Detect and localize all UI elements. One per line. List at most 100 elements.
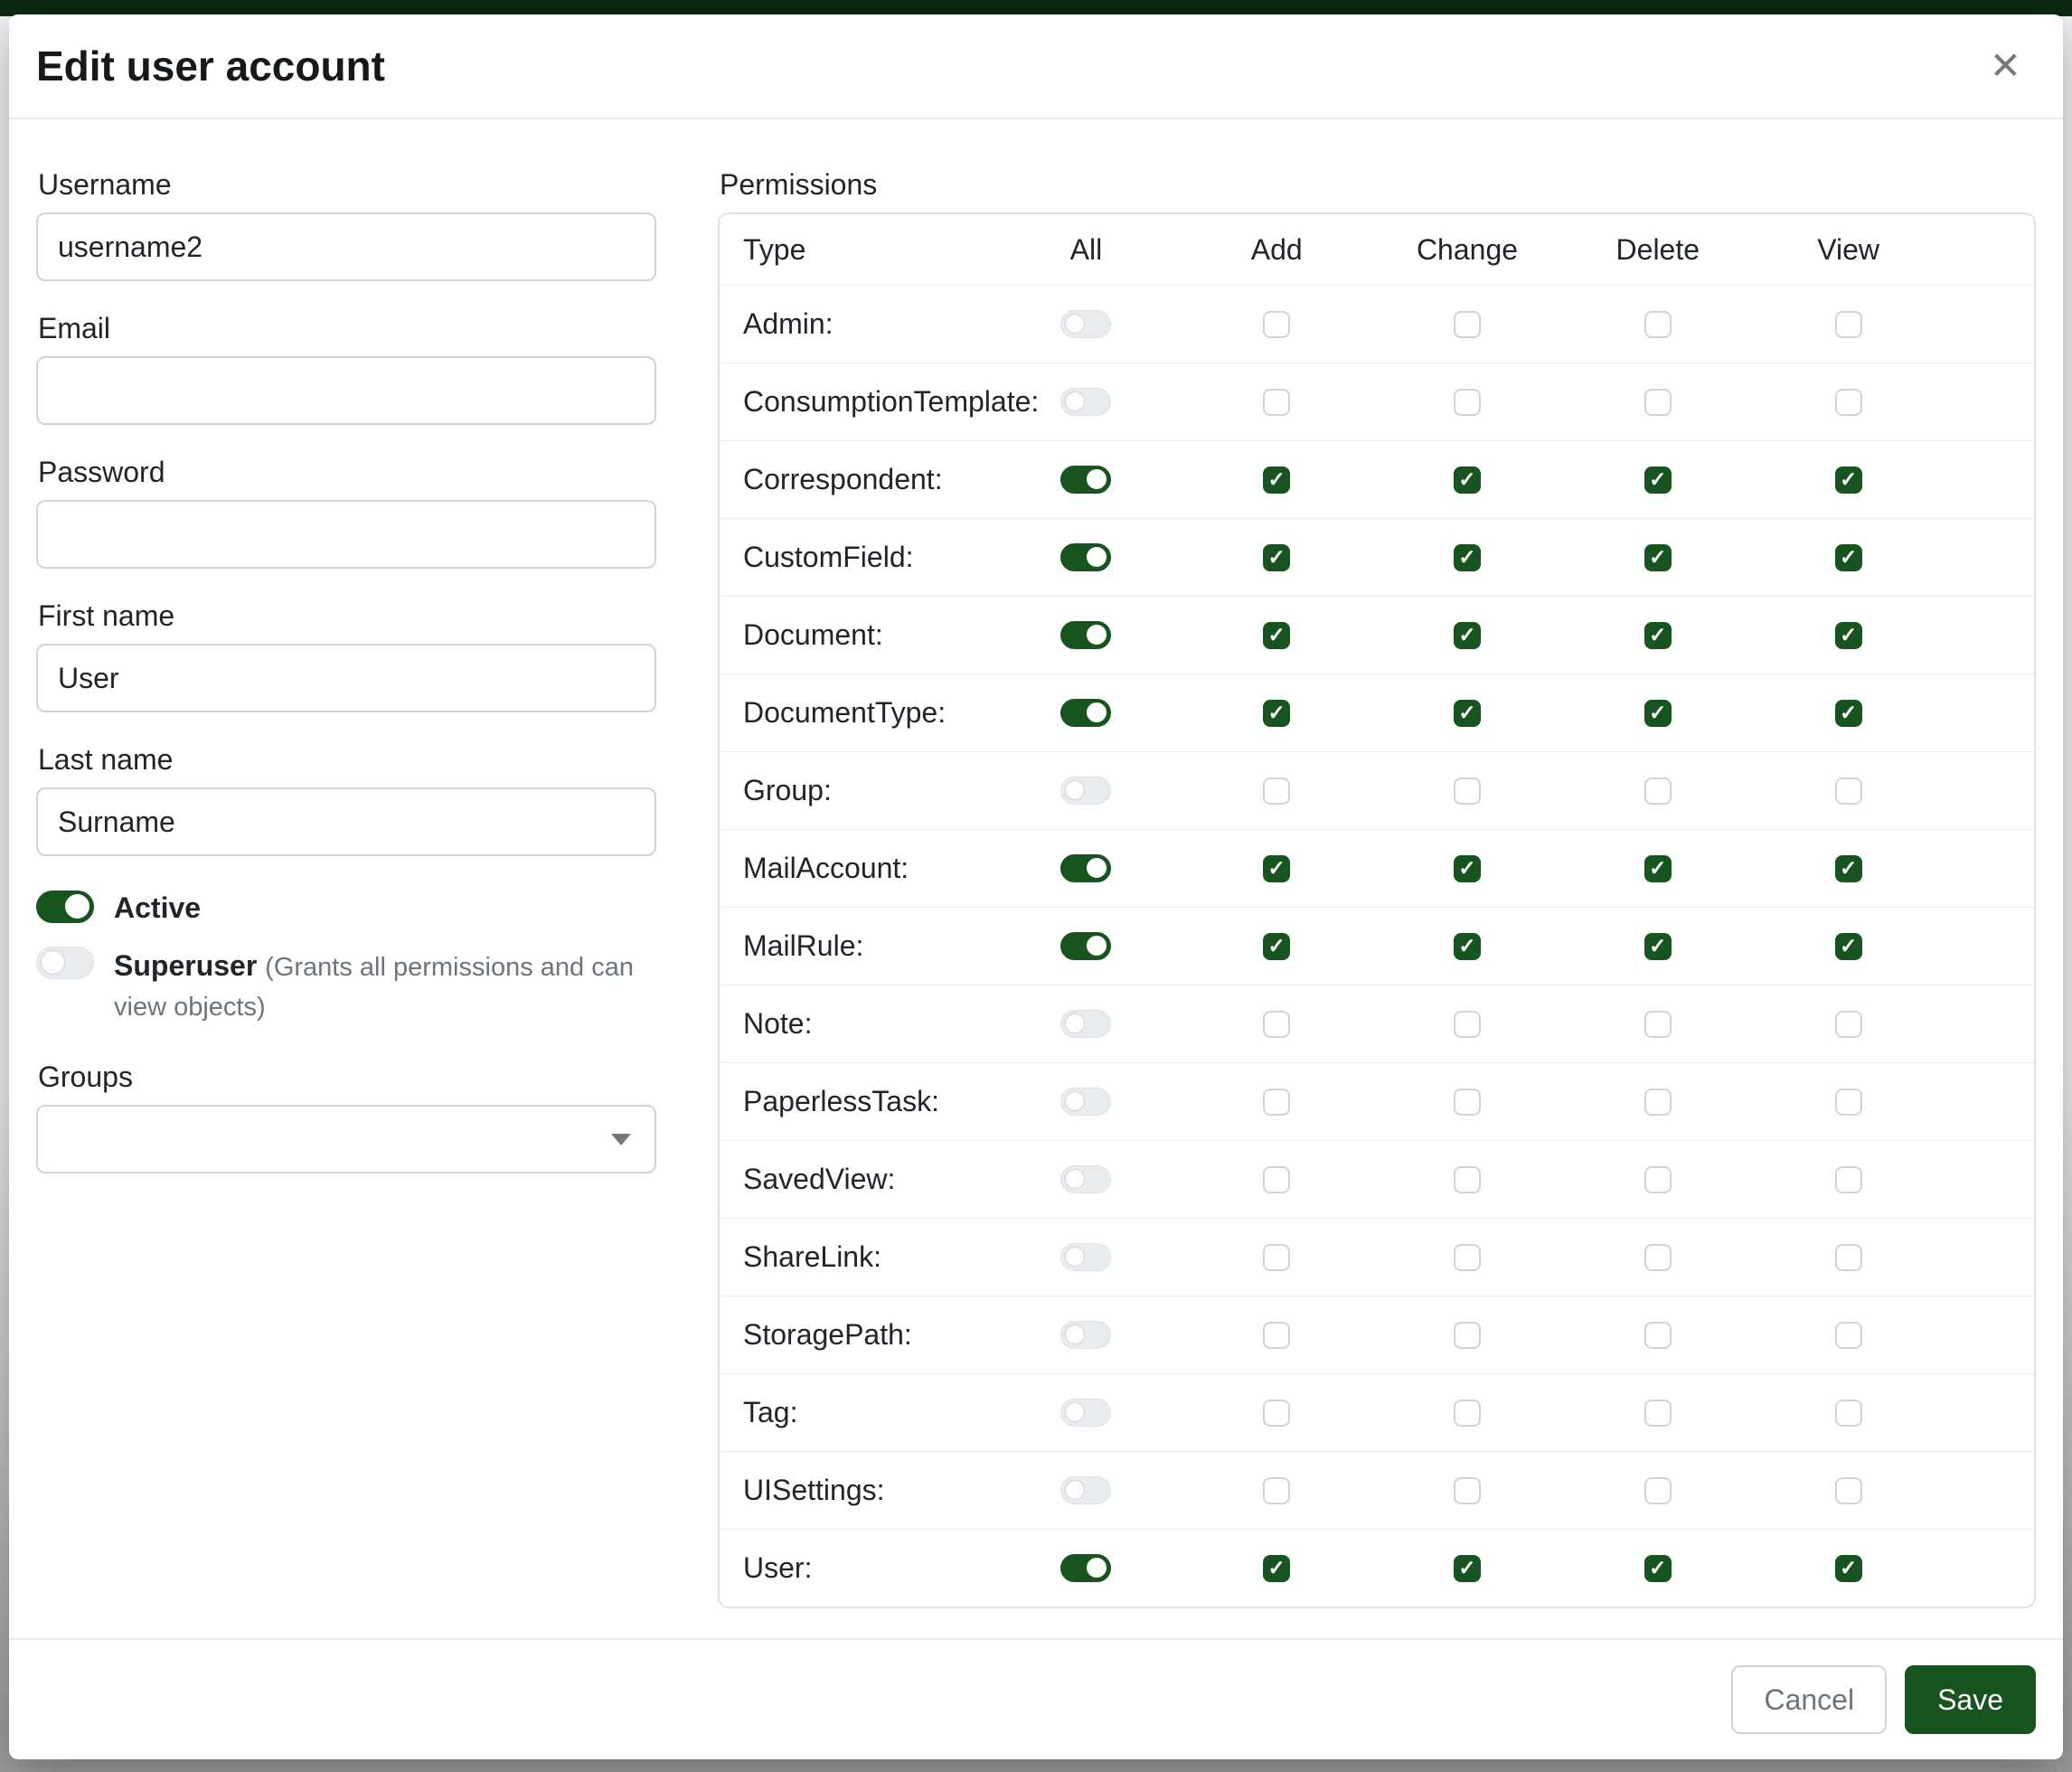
- permission-all-toggle[interactable]: [1060, 621, 1111, 649]
- permission-view-checkbox[interactable]: [1835, 1477, 1862, 1504]
- permission-view-checkbox[interactable]: [1835, 467, 1862, 494]
- permission-change-checkbox[interactable]: [1454, 1166, 1481, 1193]
- permission-change-checkbox[interactable]: [1454, 467, 1481, 494]
- permission-delete-checkbox[interactable]: [1644, 933, 1672, 960]
- permission-all-toggle[interactable]: [1060, 1399, 1111, 1427]
- permission-delete-checkbox[interactable]: [1644, 1400, 1672, 1427]
- permission-change-checkbox[interactable]: [1454, 544, 1481, 571]
- groups-select[interactable]: [36, 1105, 656, 1173]
- permission-change-checkbox[interactable]: [1454, 855, 1481, 882]
- superuser-toggle[interactable]: [36, 947, 94, 979]
- permission-add-checkbox[interactable]: [1263, 389, 1290, 416]
- permission-add-checkbox[interactable]: [1263, 933, 1290, 960]
- permission-add-checkbox[interactable]: [1263, 1244, 1290, 1271]
- permission-change-checkbox[interactable]: [1454, 311, 1481, 338]
- first-name-field[interactable]: [36, 644, 656, 712]
- permission-change-checkbox[interactable]: [1454, 622, 1481, 649]
- permission-all-toggle[interactable]: [1060, 310, 1111, 338]
- permission-view-checkbox[interactable]: [1835, 622, 1862, 649]
- close-icon[interactable]: ✕: [1981, 42, 2030, 90]
- permission-change-checkbox[interactable]: [1454, 700, 1481, 727]
- permission-add-checkbox[interactable]: [1263, 467, 1290, 494]
- cancel-button[interactable]: Cancel: [1731, 1665, 1887, 1734]
- permission-add-checkbox[interactable]: [1263, 855, 1290, 882]
- permission-all-toggle[interactable]: [1060, 543, 1111, 571]
- permission-change-checkbox[interactable]: [1454, 1400, 1481, 1427]
- permission-add-checkbox[interactable]: [1263, 544, 1290, 571]
- permission-add-checkbox[interactable]: [1263, 622, 1290, 649]
- permission-delete-checkbox[interactable]: [1644, 1322, 1672, 1349]
- permission-view-checkbox[interactable]: [1835, 700, 1862, 727]
- permission-delete-checkbox[interactable]: [1644, 1555, 1672, 1582]
- permission-all-toggle[interactable]: [1060, 1554, 1111, 1582]
- permission-view-checkbox[interactable]: [1835, 1322, 1862, 1349]
- permission-change-checkbox[interactable]: [1454, 389, 1481, 416]
- password-field[interactable]: [36, 500, 656, 569]
- permission-delete-checkbox[interactable]: [1644, 1244, 1672, 1271]
- permission-delete-checkbox[interactable]: [1644, 855, 1672, 882]
- permission-add-checkbox[interactable]: [1263, 778, 1290, 805]
- permission-all-toggle[interactable]: [1060, 854, 1111, 882]
- permission-change-checkbox[interactable]: [1454, 778, 1481, 805]
- permission-view-checkbox[interactable]: [1835, 1011, 1862, 1038]
- permission-change-checkbox[interactable]: [1454, 1011, 1481, 1038]
- permission-change-checkbox[interactable]: [1454, 933, 1481, 960]
- save-button[interactable]: Save: [1905, 1665, 2036, 1734]
- permission-all-toggle[interactable]: [1060, 777, 1111, 805]
- last-name-field[interactable]: [36, 787, 656, 856]
- permission-view-checkbox[interactable]: [1835, 311, 1862, 338]
- permission-delete-checkbox[interactable]: [1644, 544, 1672, 571]
- permission-view-checkbox[interactable]: [1835, 1089, 1862, 1116]
- permission-view-checkbox[interactable]: [1835, 389, 1862, 416]
- permission-delete-checkbox[interactable]: [1644, 389, 1672, 416]
- permission-delete-checkbox[interactable]: [1644, 311, 1672, 338]
- permission-change-checkbox[interactable]: [1454, 1555, 1481, 1582]
- permission-delete-checkbox[interactable]: [1644, 622, 1672, 649]
- permission-view-checkbox[interactable]: [1835, 544, 1862, 571]
- permission-all-toggle[interactable]: [1060, 1243, 1111, 1271]
- active-toggle[interactable]: [36, 891, 94, 923]
- permission-delete-checkbox[interactable]: [1644, 1089, 1672, 1116]
- permission-delete-checkbox[interactable]: [1644, 1011, 1672, 1038]
- permission-change-checkbox[interactable]: [1454, 1477, 1481, 1504]
- permission-row: MailRule:: [720, 907, 2034, 985]
- permission-add-checkbox[interactable]: [1263, 311, 1290, 338]
- permission-add-checkbox[interactable]: [1263, 700, 1290, 727]
- permission-change-checkbox[interactable]: [1454, 1089, 1481, 1116]
- permission-add-checkbox[interactable]: [1263, 1555, 1290, 1582]
- permission-view-checkbox[interactable]: [1835, 1555, 1862, 1582]
- permission-view-checkbox[interactable]: [1835, 933, 1862, 960]
- permission-all-toggle[interactable]: [1060, 1088, 1111, 1116]
- permission-all-toggle[interactable]: [1060, 1165, 1111, 1193]
- permission-add-checkbox[interactable]: [1263, 1089, 1290, 1116]
- permission-delete-checkbox[interactable]: [1644, 1166, 1672, 1193]
- permission-change-checkbox[interactable]: [1454, 1244, 1481, 1271]
- permission-add-checkbox[interactable]: [1263, 1400, 1290, 1427]
- permission-all-toggle[interactable]: [1060, 388, 1111, 416]
- permission-add-checkbox[interactable]: [1263, 1477, 1290, 1504]
- permission-view-checkbox[interactable]: [1835, 778, 1862, 805]
- permission-view-checkbox[interactable]: [1835, 855, 1862, 882]
- permission-view-checkbox[interactable]: [1835, 1400, 1862, 1427]
- username-input[interactable]: [36, 212, 656, 281]
- permission-delete-checkbox[interactable]: [1644, 778, 1672, 805]
- permission-change-checkbox[interactable]: [1454, 1322, 1481, 1349]
- permission-all-toggle[interactable]: [1060, 466, 1111, 494]
- permission-all-toggle[interactable]: [1060, 1476, 1111, 1504]
- permission-delete-checkbox[interactable]: [1644, 700, 1672, 727]
- permission-view-checkbox[interactable]: [1835, 1244, 1862, 1271]
- permission-add-checkbox[interactable]: [1263, 1322, 1290, 1349]
- permission-delete-checkbox[interactable]: [1644, 1477, 1672, 1504]
- permission-delete-cell: [1562, 933, 1753, 960]
- permission-all-toggle[interactable]: [1060, 699, 1111, 727]
- permission-view-checkbox[interactable]: [1835, 1166, 1862, 1193]
- permission-add-checkbox[interactable]: [1263, 1011, 1290, 1038]
- permission-delete-checkbox[interactable]: [1644, 467, 1672, 494]
- permission-type-label: Group:: [720, 774, 991, 807]
- email-field[interactable]: [36, 356, 656, 425]
- permission-add-checkbox[interactable]: [1263, 1166, 1290, 1193]
- permission-all-toggle[interactable]: [1060, 1321, 1111, 1349]
- permission-all-toggle[interactable]: [1060, 1010, 1111, 1038]
- permission-all-cell: [991, 1476, 1182, 1504]
- permission-all-toggle[interactable]: [1060, 932, 1111, 960]
